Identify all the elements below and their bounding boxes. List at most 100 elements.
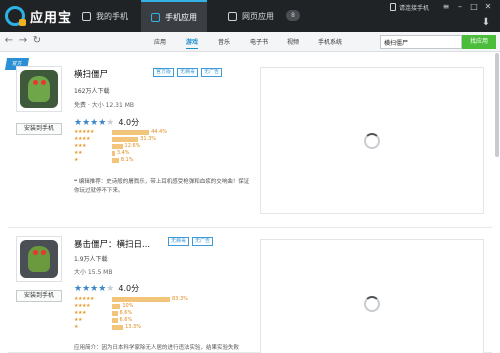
scrollbar[interactable]	[495, 53, 499, 157]
category-video[interactable]: 视频	[287, 37, 299, 46]
rating-percent: 31.3%	[140, 136, 157, 142]
rating-row-4-star: ★★★★ 10%	[74, 303, 174, 310]
app-description: ❝ 编辑推荐：史诗般的屠戮乐，带上耳机感受枪弹和血浆的交响曲！保证你玩过就停不下…	[74, 179, 250, 194]
star-glyphs: ★★★★	[74, 303, 90, 309]
rating-score: 4.0分	[118, 284, 140, 293]
star-glyphs: ★★★	[74, 143, 86, 149]
menu-icon[interactable]: ≡	[440, 2, 452, 12]
star-glyphs: ★★★★	[74, 136, 90, 142]
category-games[interactable]: 游戏	[186, 37, 199, 49]
rating-percent: 6.6%	[119, 317, 133, 323]
rating-row-2-star: ★★ 3.4%	[74, 150, 174, 157]
rating-percent: 10%	[122, 303, 134, 309]
close-icon[interactable]: ✕	[482, 2, 494, 12]
rating-percent: 8.1%	[120, 157, 134, 163]
rating-bar	[112, 151, 115, 156]
star-glyphs: ★	[74, 157, 78, 163]
tag-no-virus: 无病毒	[168, 237, 190, 246]
refresh-icon[interactable]: ↻	[31, 35, 43, 47]
star-glyphs: ★★	[74, 150, 82, 156]
app-meta: 免费 · 大小 12.31 MB	[74, 102, 135, 109]
rating-percent: 6.6%	[119, 310, 133, 316]
tab-label: 我的手机	[96, 11, 128, 21]
rating-percent: 13.3%	[125, 324, 141, 330]
web-icon	[228, 11, 237, 21]
maximize-icon[interactable]: □	[468, 2, 480, 12]
download-count: 1.9万人下载	[74, 256, 108, 263]
app-logo-icon	[5, 6, 26, 26]
tag-list: 官方版 无病毒 无广告	[153, 68, 223, 77]
category-ebooks[interactable]: 电子书	[250, 37, 268, 46]
zombie-icon	[20, 70, 58, 108]
app-description: 应用简介：因为日本科学家除无人居的进行违法实验，结果实验失败	[74, 345, 240, 351]
tab-my-phone[interactable]: 我的手机	[72, 0, 138, 32]
download-manager-icon[interactable]: ⬇	[480, 17, 492, 29]
title-bar: 应用宝 我的手机 手机应用 网页应用 8 请连接手机 ≡ – □ ✕ ⬇	[0, 0, 500, 32]
download-count: 162万人下载	[74, 88, 110, 95]
rating-row-5-star: ★★★★★ 83.3%	[74, 296, 188, 303]
app-window: 应用宝 我的手机 手机应用 网页应用 8 请连接手机 ≡ – □ ✕ ⬇ ← →…	[0, 0, 500, 353]
tag-list: 无病毒 无广告	[168, 237, 214, 246]
rating-bar	[112, 318, 118, 323]
screenshot-placeholder	[260, 67, 484, 214]
category-system[interactable]: 手机系统	[318, 37, 342, 46]
star-glyphs: ★★★★★	[74, 296, 94, 302]
rating-row: ★★★★★ 4.0分	[74, 117, 139, 128]
app-card: 安装到手机 暴击僵尸：横扫日... 无病毒 无广告 1.9万人下载 大小 15.…	[8, 230, 492, 353]
minimize-icon[interactable]: –	[454, 2, 466, 12]
category-apps[interactable]: 应用	[154, 37, 166, 46]
app-card: 官方 安装到手机 横扫僵尸 官方版 无病毒 无广告 162万人下载 免费 · 大…	[4, 58, 492, 228]
rating-bar	[112, 325, 124, 330]
star-rating: ★★★★★	[74, 117, 115, 128]
search-button[interactable]: 找应用	[462, 35, 496, 49]
install-button[interactable]: 安装到手机	[16, 290, 62, 302]
search-input[interactable]	[380, 35, 462, 49]
star-rating: ★★★★★	[74, 283, 115, 294]
rating-row-2-star: ★★ 6.6%	[74, 317, 174, 324]
loading-spinner-icon	[364, 296, 380, 312]
loading-spinner-icon	[364, 132, 380, 149]
rating-distribution: ★★★★★ 44.4% ★★★★ 31.3% ★★★ 12.6% ★★ 3.4% ★ 8.1%	[74, 129, 174, 164]
app-icon	[16, 236, 62, 282]
screenshot-placeholder	[260, 239, 484, 353]
rating-percent: 3.4%	[116, 150, 130, 156]
category-music[interactable]: 音乐	[218, 37, 230, 46]
zombie-icon	[20, 240, 58, 278]
rating-percent: 44.4%	[151, 129, 167, 135]
phone-icon	[390, 3, 396, 11]
app-name: 应用宝	[30, 11, 73, 26]
rating-bar	[112, 158, 119, 163]
back-icon[interactable]: ←	[3, 35, 15, 47]
tag-no-virus: 无病毒	[177, 68, 199, 77]
app-meta: 大小 15.5 MB	[74, 269, 113, 276]
rating-bar	[112, 137, 139, 142]
connect-phone-button[interactable]: 请连接手机	[390, 0, 429, 14]
rating-row-4-star: ★★★★ 31.3%	[74, 136, 174, 143]
apps-icon	[151, 12, 160, 22]
tag-no-ads: 无广告	[192, 237, 214, 246]
app-icon	[16, 66, 62, 112]
app-title[interactable]: 暴击僵尸：横扫日...	[74, 238, 150, 250]
tab-label: 网页应用	[242, 11, 274, 21]
toolbar: ← → ↻ 应用 游戏 音乐 电子书 视频 手机系统 找应用	[0, 32, 500, 52]
rating-score: 4.0分	[118, 118, 140, 127]
rating-row-1-star: ★ 13.3%	[74, 324, 174, 331]
tag-no-ads: 无广告	[201, 68, 223, 77]
star-glyphs: ★	[74, 324, 78, 330]
rating-percent: 83.3%	[172, 296, 188, 302]
rating-row-1-star: ★ 8.1%	[74, 157, 174, 164]
rating-bar	[112, 311, 118, 316]
app-title[interactable]: 横扫僵尸	[74, 68, 108, 80]
rating-row-5-star: ★★★★★ 44.4%	[74, 129, 174, 136]
rating-bar	[112, 297, 170, 302]
rating-row-3-star: ★★★ 6.6%	[74, 310, 174, 317]
star-glyphs: ★★★	[74, 310, 86, 316]
tab-phone-apps[interactable]: 手机应用	[141, 0, 207, 32]
install-button[interactable]: 安装到手机	[16, 123, 62, 135]
star-glyphs: ★★	[74, 317, 82, 323]
rating-bar	[112, 130, 150, 135]
forward-icon[interactable]: →	[17, 35, 29, 47]
connect-label: 请连接手机	[399, 4, 430, 12]
tab-web-apps[interactable]: 网页应用	[218, 0, 284, 32]
notification-badge[interactable]: 8	[286, 10, 300, 21]
